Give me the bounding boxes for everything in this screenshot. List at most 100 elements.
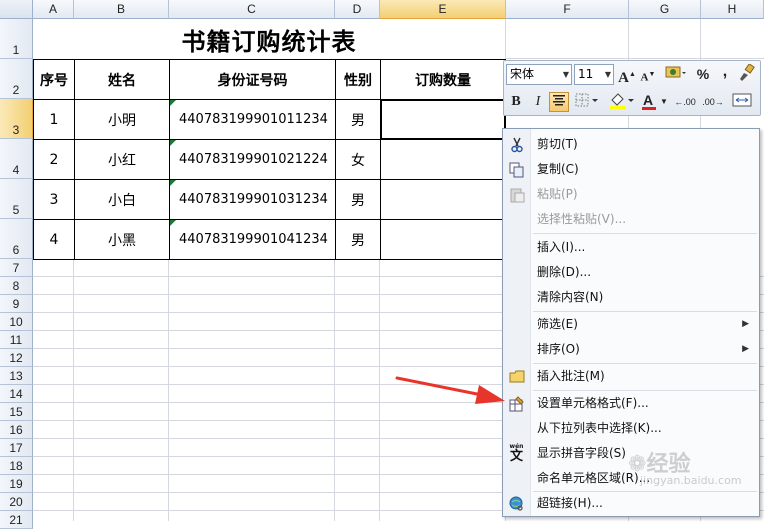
table-cell-gender[interactable]: 男 [336, 220, 380, 259]
font-size-value: 11 [578, 67, 594, 81]
row-header-19[interactable]: 19 [0, 475, 33, 493]
row-header-18[interactable]: 18 [0, 457, 33, 475]
table-cell-no[interactable]: 1 [34, 100, 74, 139]
error-indicator-icon [170, 100, 176, 106]
row-header-15[interactable]: 15 [0, 403, 33, 421]
format-painter-button[interactable] [737, 63, 757, 84]
table-cell-no[interactable]: 4 [34, 220, 74, 259]
column-header-e[interactable]: E [380, 0, 506, 19]
table-cell-gender[interactable]: 男 [336, 180, 380, 219]
header-cell-quantity[interactable]: 订购数量 [381, 60, 505, 99]
row-header-14[interactable]: 14 [0, 385, 33, 403]
row-header-8[interactable]: 8 [0, 277, 33, 295]
menu-separator [533, 233, 757, 234]
row-header-10[interactable]: 10 [0, 313, 33, 331]
row-header-3[interactable]: 3 [0, 99, 33, 139]
row-header-16[interactable]: 16 [0, 421, 33, 439]
submenu-arrow-icon: ▶ [742, 344, 749, 354]
mini-toolbar: 宋体 ▼ 11 ▼ A▲ A▼ % , B I A ▼ ←.00 .00→ [503, 60, 761, 116]
accounting-format-button[interactable] [662, 64, 688, 84]
header-cell-id[interactable]: 身份证号码 [170, 60, 335, 99]
menu-item-filter[interactable]: 筛选(E) ▶ [503, 312, 759, 337]
menu-item-hyperlink[interactable]: 超链接(H)... [503, 491, 759, 516]
bold-button[interactable]: B [506, 92, 526, 112]
paintbrush-icon [740, 63, 755, 81]
row-header-4[interactable]: 4 [0, 139, 33, 179]
font-color-swatch [642, 107, 656, 110]
italic-button[interactable]: I [528, 92, 548, 112]
table-cell-name[interactable]: 小明 [75, 100, 169, 139]
menu-item-copy[interactable]: 复制(C) [503, 157, 759, 182]
menu-item-label: 设置单元格格式(F)... [537, 396, 649, 410]
increase-decimal-button[interactable]: ←.00 [672, 92, 698, 112]
hyperlink-icon [508, 495, 525, 512]
row-header-21[interactable]: 21 [0, 511, 33, 529]
row-header-7[interactable]: 7 [0, 259, 33, 277]
phonetic-icon: wén 文 [509, 443, 524, 464]
table-cell-id[interactable]: 440783199901011234 [170, 100, 335, 139]
row-header-12[interactable]: 12 [0, 349, 33, 367]
column-header-a[interactable]: A [33, 0, 74, 19]
fill-color-button[interactable] [608, 92, 636, 112]
grow-font-button[interactable]: A▲ [617, 64, 637, 86]
column-header-d[interactable]: D [335, 0, 380, 19]
header-cell-name[interactable]: 姓名 [75, 60, 169, 99]
borders-button[interactable] [574, 92, 602, 112]
menu-item-pick-from-list[interactable]: 从下拉列表中选择(K)... [503, 416, 759, 441]
row-header-17[interactable]: 17 [0, 439, 33, 457]
active-cell-e3[interactable] [380, 99, 506, 140]
row-header-9[interactable]: 9 [0, 295, 33, 313]
header-cell-no[interactable]: 序号 [34, 60, 74, 99]
font-size-box[interactable]: 11 ▼ [574, 64, 614, 85]
font-name-box[interactable]: 宋体 ▼ [506, 64, 572, 85]
row-header-1[interactable]: 1 [0, 19, 33, 59]
table-cell-name[interactable]: 小红 [75, 140, 169, 179]
menu-item-label: 清除内容(N) [537, 290, 604, 304]
menu-item-paste[interactable]: 粘贴(P) [503, 182, 759, 207]
menu-item-clear-contents[interactable]: 清除内容(N) [503, 285, 759, 310]
watermark-url: jingyan.baidu.com [640, 474, 742, 487]
row-header-20[interactable]: 20 [0, 493, 33, 511]
merge-center-button[interactable] [730, 92, 754, 112]
select-all-corner[interactable] [0, 0, 33, 19]
shrink-font-label: A [640, 71, 649, 84]
header-cell-gender[interactable]: 性别 [336, 60, 380, 99]
comma-style-button[interactable]: , [715, 62, 735, 82]
shrink-font-button[interactable]: A▼ [638, 64, 658, 84]
menu-item-cut[interactable]: 剪切(T) [503, 132, 759, 157]
table-cell-no[interactable]: 3 [34, 180, 74, 219]
row-header-6[interactable]: 6 [0, 219, 33, 259]
currency-icon [665, 66, 686, 78]
column-header-g[interactable]: G [629, 0, 701, 19]
center-align-button[interactable] [549, 92, 569, 112]
menu-item-insert-comment[interactable]: 插入批注(M) [503, 364, 759, 389]
decrease-decimal-button[interactable]: .00→ [700, 92, 726, 112]
column-header-c[interactable]: C [169, 0, 335, 19]
menu-item-format-cells[interactable]: 设置单元格格式(F)... [503, 391, 759, 416]
table-cell-id[interactable]: 440783199901041234 [170, 220, 335, 259]
row-header-13[interactable]: 13 [0, 367, 33, 385]
table-cell-id[interactable]: 440783199901031234 [170, 180, 335, 219]
table-cell-gender[interactable]: 女 [336, 140, 380, 179]
font-color-button[interactable]: A ▼ [640, 92, 668, 112]
percent-button[interactable]: % [693, 64, 713, 84]
row-header-2[interactable]: 2 [0, 59, 33, 99]
sheet-title[interactable]: 书籍订购统计表 [33, 19, 505, 59]
column-header-f[interactable]: F [506, 0, 629, 19]
column-header-h[interactable]: H [701, 0, 764, 19]
table-cell-id[interactable]: 440783199901021224 [170, 140, 335, 179]
table-cell-name[interactable]: 小白 [75, 180, 169, 219]
table-cell-name[interactable]: 小黑 [75, 220, 169, 259]
table-cell-no[interactable]: 2 [34, 140, 74, 179]
menu-item-delete[interactable]: 删除(D)... [503, 260, 759, 285]
row-header-5[interactable]: 5 [0, 179, 33, 219]
menu-item-paste-special[interactable]: 选择性粘贴(V)... [503, 207, 759, 232]
font-name-value: 宋体 [510, 67, 535, 81]
row-header-11[interactable]: 11 [0, 331, 33, 349]
column-header-b[interactable]: B [74, 0, 169, 19]
increase-decimal-icon: ← [674, 97, 684, 107]
fill-color-icon [610, 93, 634, 109]
menu-item-insert[interactable]: 插入(I)... [503, 235, 759, 260]
menu-item-sort[interactable]: 排序(O) ▶ [503, 337, 759, 362]
table-cell-gender[interactable]: 男 [336, 100, 380, 139]
